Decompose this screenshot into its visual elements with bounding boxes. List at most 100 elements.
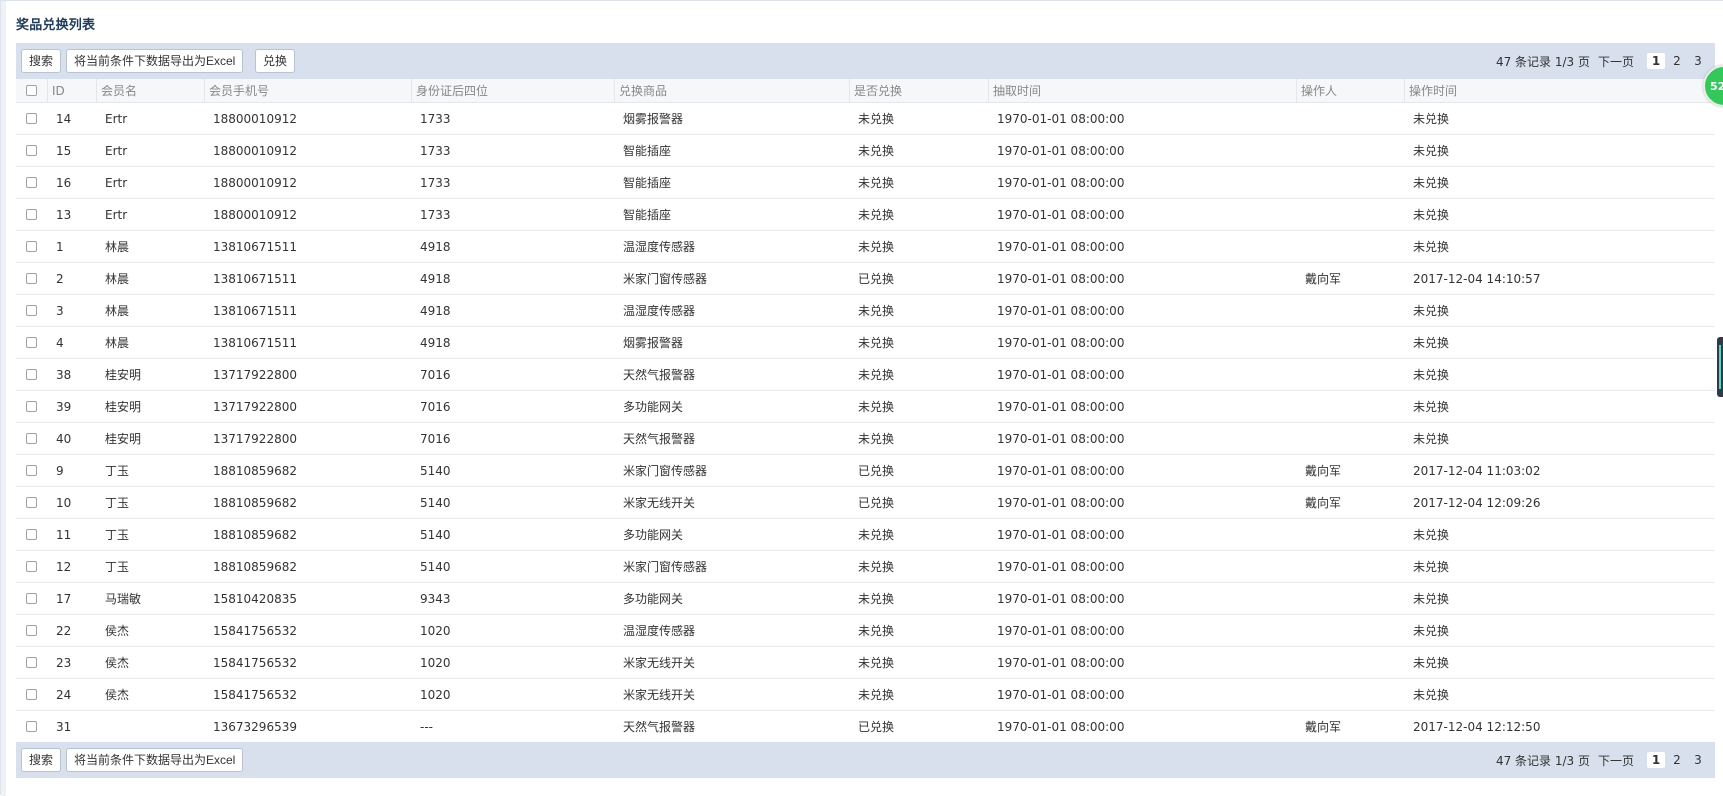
search-button-bottom[interactable]: 搜索 xyxy=(21,748,62,772)
table-row[interactable]: 40 桂安明 13717922800 7016 天然气报警器 未兑换 1970-01-01 … xyxy=(16,423,1715,455)
cell-member-name: 丁玉 xyxy=(105,560,130,574)
side-drag-handle[interactable] xyxy=(1717,337,1723,397)
pager-page-3[interactable]: 3 xyxy=(1689,53,1707,69)
row-checkbox[interactable] xyxy=(25,369,37,380)
cell-member-phone: 18810859682 xyxy=(213,527,297,542)
row-checkbox[interactable] xyxy=(25,273,37,284)
row-checkbox[interactable] xyxy=(25,145,37,156)
row-checkbox[interactable] xyxy=(25,241,37,252)
search-button[interactable]: 搜索 xyxy=(21,49,62,73)
table-row[interactable]: 11 丁玉 18810859682 5140 多功能网关 未兑换 1970-01-01 08… xyxy=(16,519,1715,551)
row-checkbox[interactable] xyxy=(25,529,37,540)
cell-draw-time: 1970-01-01 08:00:00 xyxy=(997,175,1125,190)
cell-draw-time: 1970-01-01 08:00:00 xyxy=(997,239,1125,254)
cell-operator xyxy=(1300,103,1404,134)
row-checkbox[interactable] xyxy=(25,561,37,572)
cell-item: 米家门窗传感器 xyxy=(623,464,708,478)
table-row[interactable]: 3 林晨 13810671511 4918 温湿度传感器 未兑换 1970-01-01 08… xyxy=(16,295,1715,327)
cell-id-last4: 1733 xyxy=(420,175,451,190)
table-row[interactable]: 1 林晨 13810671511 4918 温湿度传感器 未兑换 1970-01-01 08… xyxy=(16,231,1715,263)
row-select-cell xyxy=(16,167,46,198)
table-row[interactable]: 22 侯杰 15841756532 1020 温湿度传感器 未兑换 1970-01-01 0… xyxy=(16,615,1715,647)
row-checkbox[interactable] xyxy=(25,401,37,412)
table-row[interactable]: 14 Ertr 18800010912 1733 烟雾报警器 未兑换 1970-01-01 … xyxy=(16,103,1715,135)
row-checkbox[interactable] xyxy=(25,209,37,220)
pager-next-link[interactable]: 下一页 xyxy=(1598,53,1634,70)
table-row[interactable]: 4 林晨 13810671511 4918 烟雾报警器 未兑换 1970-01-01 08:… xyxy=(16,327,1715,359)
cell-id: 16 xyxy=(56,175,72,190)
row-checkbox[interactable] xyxy=(25,657,37,668)
cell-redeemed-status: 未兑换 xyxy=(858,400,895,414)
table-row[interactable]: 16 Ertr 18800010912 1733 智能插座 未兑换 1970-01-01 0… xyxy=(16,167,1715,199)
cell-draw-time: 1970-01-01 08:00:00 xyxy=(997,495,1125,510)
table-row[interactable]: 15 Ertr 18800010912 1733 智能插座 未兑换 1970-01-01 0… xyxy=(16,135,1715,167)
cell-member-phone: 15810420835 xyxy=(213,591,297,606)
cell-draw-time: 1970-01-01 08:00:00 xyxy=(997,111,1125,126)
row-select-cell xyxy=(16,423,46,454)
cell-member-name: 林晨 xyxy=(105,240,130,254)
table-row[interactable]: 12 丁玉 18810859682 5140 米家门窗传感器 未兑换 1970-01-01 … xyxy=(16,551,1715,583)
pager-page-2[interactable]: 2 xyxy=(1668,53,1686,69)
table-row[interactable]: 24 侯杰 15841756532 1020 米家无线开关 未兑换 1970-01-01 0… xyxy=(16,679,1715,711)
cell-operator xyxy=(1300,615,1404,646)
cell-id: 9 xyxy=(56,463,64,478)
export-excel-button-bottom[interactable]: 将当前条件下数据导出为Excel xyxy=(66,748,244,772)
row-checkbox[interactable] xyxy=(25,497,37,508)
cell-draw-time: 1970-01-01 08:00:00 xyxy=(997,367,1125,382)
cell-id: 15 xyxy=(56,143,72,158)
row-checkbox[interactable] xyxy=(25,625,37,636)
cell-id-last4: 4918 xyxy=(420,239,451,254)
table-row[interactable]: 2 林晨 13810671511 4918 米家门窗传感器 已兑换 1970-01-01 0… xyxy=(16,263,1715,295)
cell-member-phone: 13810671511 xyxy=(213,303,297,318)
pager-page-1-bottom[interactable]: 1 xyxy=(1647,752,1665,768)
cell-op-time: 未兑换 xyxy=(1413,624,1450,638)
row-select-cell xyxy=(16,679,46,710)
table-row[interactable]: 31 13673296539 --- 天然气报警器 已兑换 1970-01-01 08:0… xyxy=(16,711,1715,743)
cell-item: 天然气报警器 xyxy=(623,432,696,446)
pager-page-1[interactable]: 1 xyxy=(1647,53,1665,69)
cell-draw-time: 1970-01-01 08:00:00 xyxy=(997,271,1125,286)
cell-item: 多功能网关 xyxy=(623,592,684,606)
table-row[interactable]: 38 桂安明 13717922800 7016 天然气报警器 未兑换 1970-01-01 … xyxy=(16,359,1715,391)
cell-operator: 戴向军 xyxy=(1305,272,1342,286)
cell-id: 11 xyxy=(56,527,72,542)
pager-next-link-bottom[interactable]: 下一页 xyxy=(1598,752,1634,769)
cell-op-time: 未兑换 xyxy=(1413,144,1450,158)
row-checkbox[interactable] xyxy=(25,721,37,732)
cell-redeemed-status: 未兑换 xyxy=(858,368,895,382)
pager-page-2-bottom[interactable]: 2 xyxy=(1668,752,1686,768)
table-body: 14 Ertr 18800010912 1733 烟雾报警器 未兑换 1970-01-01 … xyxy=(16,103,1715,743)
table-row[interactable]: 17 马瑞敏 15810420835 9343 多功能网关 未兑换 1970-01-01 0… xyxy=(16,583,1715,615)
row-checkbox[interactable] xyxy=(25,177,37,188)
left-panel-edge xyxy=(1,1,6,796)
row-select-cell xyxy=(16,391,46,422)
cell-id: 3 xyxy=(56,303,64,318)
table-row[interactable]: 13 Ertr 18800010912 1733 智能插座 未兑换 1970-01-01 0… xyxy=(16,199,1715,231)
row-checkbox[interactable] xyxy=(25,337,37,348)
pager-page-3-bottom[interactable]: 3 xyxy=(1689,752,1707,768)
cell-id: 12 xyxy=(56,559,72,574)
cell-op-time: 未兑换 xyxy=(1413,176,1450,190)
row-checkbox[interactable] xyxy=(25,433,37,444)
cell-member-phone: 18800010912 xyxy=(213,143,297,158)
export-excel-button[interactable]: 将当前条件下数据导出为Excel xyxy=(66,49,244,73)
redeem-button[interactable]: 兑换 xyxy=(255,49,296,73)
row-select-cell xyxy=(16,551,46,582)
table-row[interactable]: 23 侯杰 15841756532 1020 米家无线开关 未兑换 1970-01-01 0… xyxy=(16,647,1715,679)
table-row[interactable]: 10 丁玉 18810859682 5140 米家无线开关 已兑换 1970-01-01 0… xyxy=(16,487,1715,519)
cell-member-name: Ertr xyxy=(105,111,128,126)
row-checkbox[interactable] xyxy=(25,113,37,124)
cell-redeemed-status: 未兑换 xyxy=(858,336,895,350)
cell-redeemed-status: 已兑换 xyxy=(858,272,895,286)
row-checkbox[interactable] xyxy=(25,465,37,476)
row-select-cell xyxy=(16,615,46,646)
cell-id-last4: 1020 xyxy=(420,623,451,638)
cell-draw-time: 1970-01-01 08:00:00 xyxy=(997,143,1125,158)
row-checkbox[interactable] xyxy=(25,593,37,604)
table-row[interactable]: 9 丁玉 18810859682 5140 米家门窗传感器 已兑换 1970-01-01 0… xyxy=(16,455,1715,487)
cell-item: 温湿度传感器 xyxy=(623,240,696,254)
select-all-checkbox[interactable] xyxy=(25,85,37,96)
table-row[interactable]: 39 桂安明 13717922800 7016 多功能网关 未兑换 1970-01-01 0… xyxy=(16,391,1715,423)
row-checkbox[interactable] xyxy=(25,689,37,700)
row-checkbox[interactable] xyxy=(25,305,37,316)
